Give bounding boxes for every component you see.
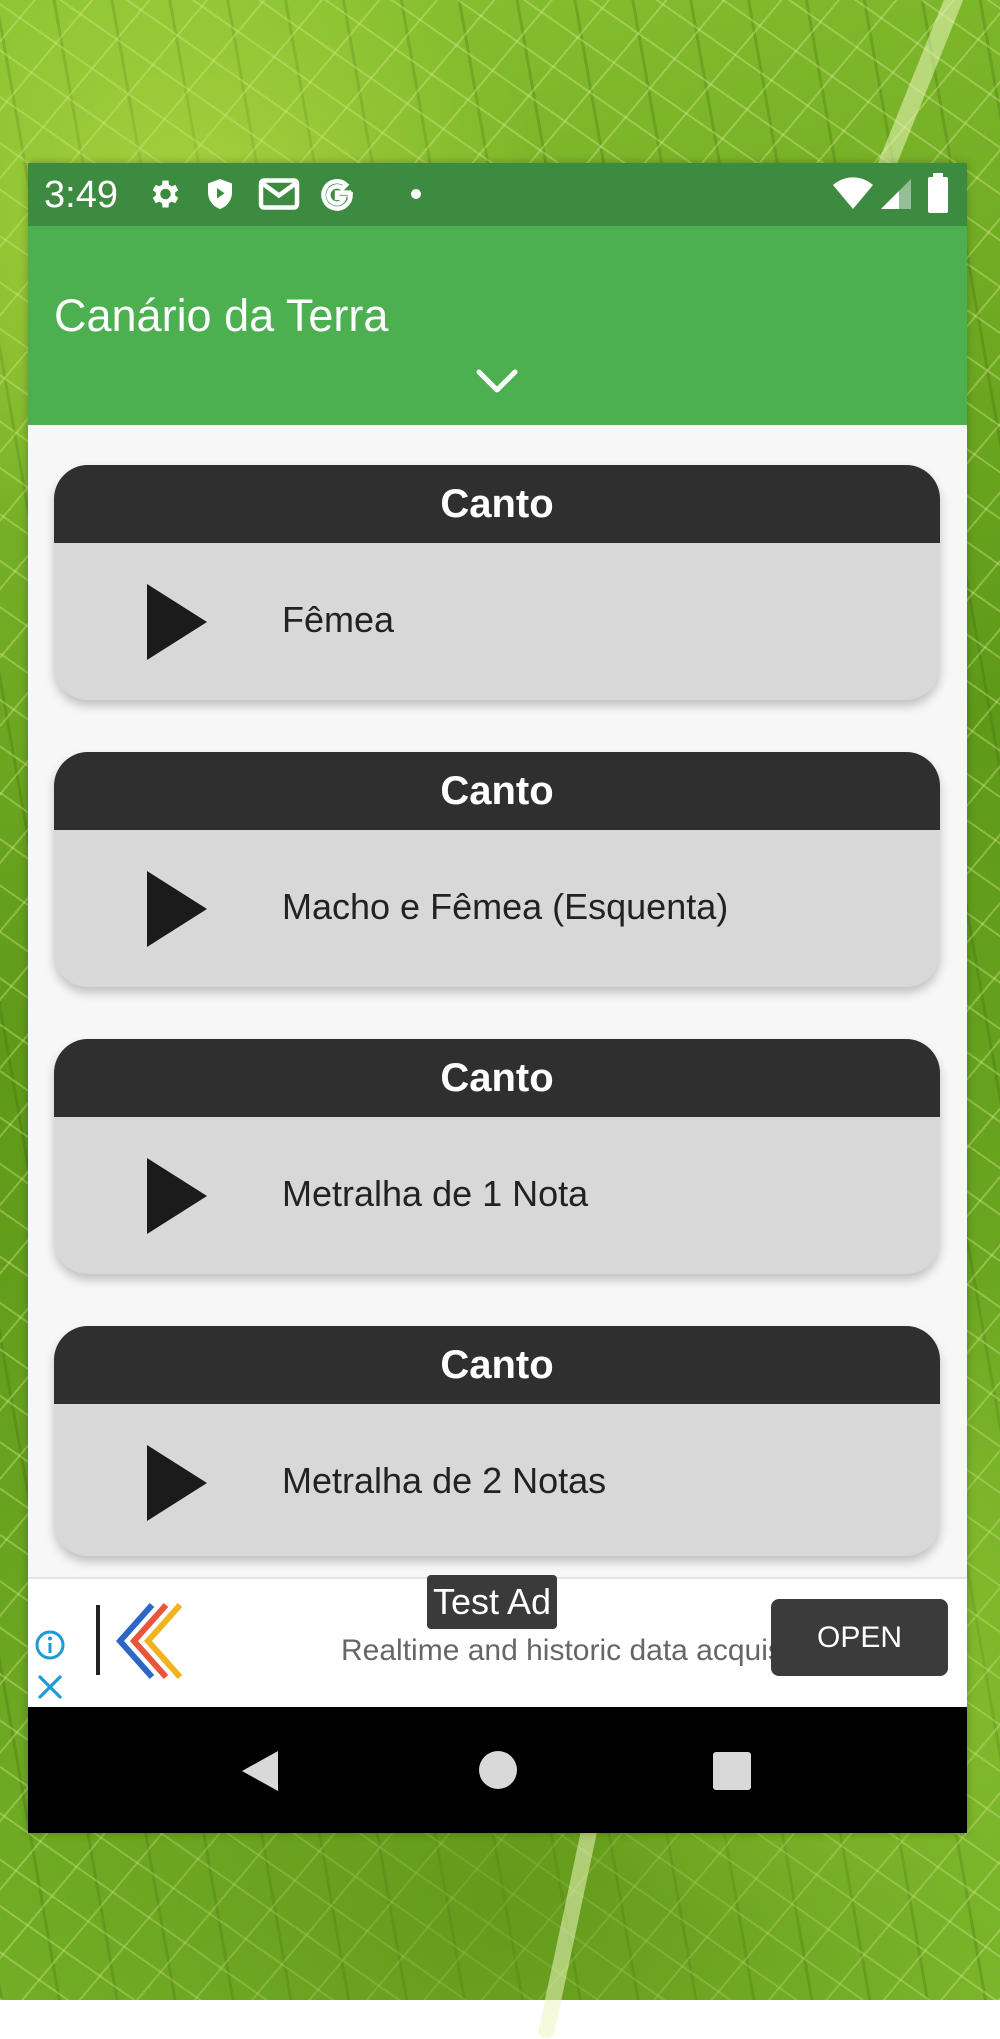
home-icon[interactable] <box>477 1749 519 1791</box>
battery-icon <box>928 173 948 213</box>
song-label: Metralha de 1 Nota <box>282 1173 589 1214</box>
play-icon[interactable] <box>147 584 207 660</box>
card-body: Macho e Fêmea (Esquenta) <box>54 830 940 987</box>
signal-icon <box>881 179 911 209</box>
song-card[interactable]: Canto Fêmea <box>54 465 940 700</box>
status-bar: 3:49 <box>28 163 967 226</box>
app-bar: Canário da Terra <box>28 226 967 425</box>
card-header: Canto <box>54 465 940 543</box>
ad-open-button[interactable]: OPEN <box>771 1599 948 1676</box>
test-ad-badge: Test Ad <box>427 1575 558 1629</box>
card-body: Fêmea <box>54 543 940 700</box>
dot-icon <box>411 189 421 199</box>
card-header: Canto <box>54 1326 940 1404</box>
play-icon[interactable] <box>147 1158 207 1234</box>
gmail-icon <box>258 178 300 210</box>
back-icon[interactable] <box>240 1749 280 1793</box>
song-label: Macho e Fêmea (Esquenta) <box>282 886 729 927</box>
advertiser-logo <box>96 1603 183 1679</box>
song-card[interactable]: Canto Metralha de 2 Notas <box>54 1326 940 1556</box>
card-header: Canto <box>54 752 940 830</box>
app-title: Canário da Terra <box>54 290 389 341</box>
song-label: Fêmea <box>282 599 395 640</box>
song-card[interactable]: Canto Macho e Fêmea (Esquenta) <box>54 752 940 987</box>
google-icon <box>321 179 353 211</box>
ad-banner[interactable]: Realtime and historic data acquisition T… <box>28 1575 967 1714</box>
gear-icon <box>152 180 179 208</box>
play-icon[interactable] <box>147 1445 207 1521</box>
shield-play-icon <box>208 179 232 209</box>
card-body: Metralha de 1 Nota <box>54 1117 940 1274</box>
play-icon[interactable] <box>147 871 207 947</box>
card-header: Canto <box>54 1039 940 1117</box>
wifi-icon <box>833 177 873 209</box>
close-icon[interactable] <box>36 1673 64 1701</box>
chevron-down-icon[interactable] <box>475 366 519 396</box>
recents-icon[interactable] <box>712 1751 752 1791</box>
song-card[interactable]: Canto Metralha de 1 Nota <box>54 1039 940 1274</box>
ad-text: Realtime and historic data acquisition <box>341 1634 773 1667</box>
navigation-bar <box>28 1707 967 1833</box>
status-time: 3:49 <box>44 174 118 216</box>
info-icon[interactable] <box>34 1629 66 1661</box>
card-body: Metralha de 2 Notas <box>54 1404 940 1556</box>
phone-screen: 3:49 Canário da Terra Canto Fêmea Canto … <box>28 163 967 1833</box>
song-list[interactable]: Canto Fêmea Canto Macho e Fêmea (Esquent… <box>28 425 967 1715</box>
song-label: Metralha de 2 Notas <box>282 1460 607 1501</box>
